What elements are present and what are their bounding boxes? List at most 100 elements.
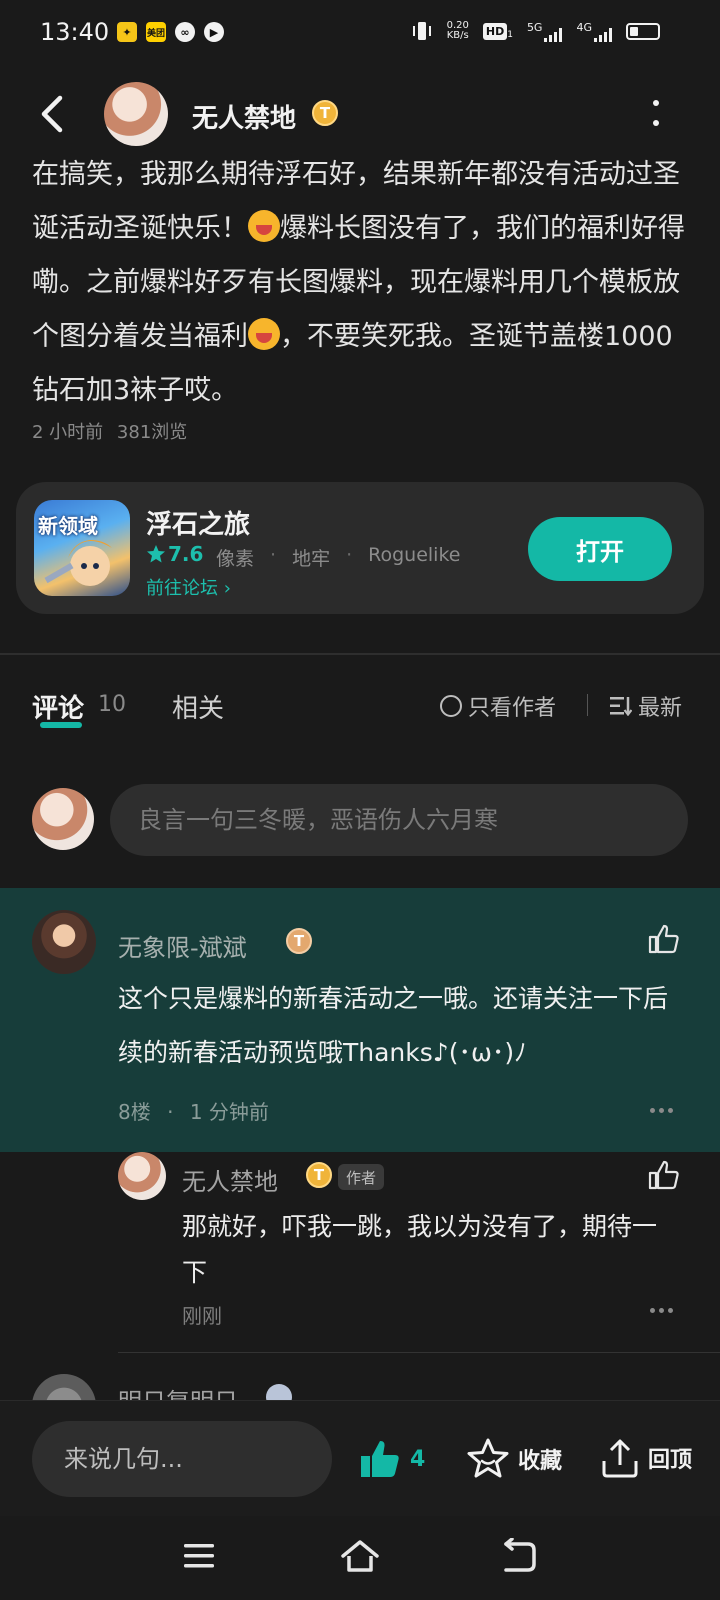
radio-icon bbox=[440, 695, 462, 717]
author-only-label: 只看作者 bbox=[468, 696, 557, 721]
hd-sub: 1 bbox=[507, 29, 513, 40]
signal-4g: 4G bbox=[576, 21, 612, 42]
replier-avatar[interactable] bbox=[118, 1152, 166, 1200]
thumbs-up-icon[interactable] bbox=[646, 922, 680, 956]
signal-bars-icon bbox=[594, 26, 612, 42]
back-to-top-button[interactable]: 回顶 bbox=[600, 1437, 692, 1479]
home-icon[interactable] bbox=[340, 1538, 380, 1574]
like-button[interactable]: 4 bbox=[358, 1437, 425, 1481]
net1-label: 5G bbox=[526, 20, 543, 34]
sort-icon bbox=[610, 697, 632, 716]
author-avatar[interactable] bbox=[104, 82, 168, 146]
vibrate-icon bbox=[412, 22, 431, 40]
game-rating-value: 7.6 bbox=[168, 542, 204, 566]
link-app-icon: ∞ bbox=[175, 22, 195, 42]
reply-time: 刚刚 bbox=[182, 1304, 222, 1328]
go-to-forum-label: 前往论坛 bbox=[146, 578, 218, 599]
back-to-top-label: 回顶 bbox=[648, 1448, 693, 1473]
thumbs-up-filled-icon bbox=[361, 1441, 399, 1477]
chevron-left-icon[interactable] bbox=[38, 94, 66, 134]
status-indicators: 0.20 KB/s HD 1 5G 4G bbox=[411, 20, 660, 42]
thumbs-up-icon[interactable] bbox=[646, 1158, 680, 1192]
reply-item[interactable]: 无人禁地 T 作者 那就好，吓我一跳，我以为没有了，期待一下 刚刚 bbox=[0, 1152, 720, 1353]
game-name[interactable]: 浮石之旅 bbox=[146, 504, 250, 541]
comment-item[interactable]: 明日复明日 bbox=[0, 1368, 720, 1400]
notification-app-icon: ✦ bbox=[117, 22, 137, 42]
battery-icon bbox=[626, 22, 660, 40]
tab-related[interactable]: 相关 bbox=[172, 688, 224, 725]
tab-separator bbox=[587, 694, 588, 716]
level-badge-icon: T bbox=[306, 1162, 332, 1188]
tag-separator: · bbox=[346, 544, 353, 566]
post-views: 381浏览 bbox=[116, 422, 188, 443]
comment-item[interactable]: 无象限-斌斌 T 这个只是爆料的新春活动之一哦。还请关注一下后续的新春活动预览哦… bbox=[0, 888, 720, 1152]
menu-icon[interactable] bbox=[180, 1538, 220, 1574]
comment-tabs: 评论 10 相关 只看作者 最新 bbox=[32, 688, 692, 728]
like-count: 4 bbox=[410, 1446, 426, 1472]
author-only-toggle[interactable]: 只看作者 bbox=[440, 690, 556, 722]
commenter-avatar[interactable] bbox=[32, 1374, 96, 1400]
game-tag: 地牢 bbox=[292, 548, 331, 570]
more-vertical-icon[interactable] bbox=[652, 100, 660, 126]
signal-bars-icon bbox=[544, 26, 563, 42]
level-badge-icon: T bbox=[286, 928, 312, 954]
status-time: 13:40 bbox=[40, 18, 110, 46]
comment-input[interactable] bbox=[110, 784, 688, 856]
commenter-name[interactable]: 无象限-斌斌 bbox=[118, 928, 247, 963]
hd-indicator: HD 1 bbox=[482, 22, 513, 40]
level-badge-icon bbox=[266, 1384, 292, 1400]
net-speed: 0.20 KB/s bbox=[447, 21, 469, 41]
system-nav-bar bbox=[0, 1516, 720, 1600]
laughing-emoji-icon bbox=[248, 210, 280, 242]
game-card[interactable]: 新领域 浮石之旅 7.6 像素 · 地牢 · Roguelike 前往论坛 › … bbox=[16, 482, 704, 614]
back-icon[interactable] bbox=[500, 1538, 540, 1574]
author-name[interactable]: 无人禁地 bbox=[192, 98, 296, 135]
post-header: 无人禁地 T bbox=[0, 78, 720, 150]
favorite-button[interactable]: 收藏 bbox=[466, 1437, 562, 1481]
laughing-emoji-icon bbox=[248, 318, 280, 350]
sort-label: 最新 bbox=[638, 696, 683, 721]
section-divider bbox=[0, 653, 720, 655]
game-rating: 7.6 bbox=[146, 542, 203, 566]
more-horizontal-icon[interactable] bbox=[650, 1108, 673, 1113]
tab-comments[interactable]: 评论 bbox=[32, 688, 84, 725]
more-horizontal-icon[interactable] bbox=[650, 1308, 673, 1313]
reply-divider bbox=[118, 1352, 720, 1353]
star-icon bbox=[147, 545, 165, 563]
meituan-icon: 美团 bbox=[146, 22, 166, 42]
chevron-right-icon: › bbox=[223, 578, 231, 599]
play-app-icon: ▶ bbox=[204, 22, 224, 42]
commenter-name[interactable]: 明日复明日 bbox=[118, 1382, 238, 1400]
comments-count: 10 bbox=[98, 692, 126, 717]
status-bar: 13:40 ✦ 美团 ∞ ▶ 0.20 KB/s HD 1 5G 4G bbox=[0, 0, 720, 66]
post-time: 2 小时前 bbox=[32, 422, 104, 443]
game-tags: 像素 · 地牢 · Roguelike bbox=[216, 544, 460, 571]
open-game-button[interactable]: 打开 bbox=[528, 517, 672, 581]
hd-label: HD bbox=[482, 22, 508, 40]
bottom-action-bar: 4 收藏 回顶 bbox=[0, 1400, 720, 1516]
upload-arrow-icon bbox=[602, 1439, 638, 1478]
favorite-label: 收藏 bbox=[518, 1449, 563, 1474]
say-something-input[interactable] bbox=[32, 1421, 332, 1497]
net-speed-unit: KB/s bbox=[446, 30, 469, 41]
meta-separator: · bbox=[167, 1100, 174, 1124]
my-avatar bbox=[32, 788, 94, 850]
game-tag: 像素 bbox=[216, 548, 255, 570]
author-tag: 作者 bbox=[338, 1164, 385, 1190]
game-tag: Roguelike bbox=[368, 544, 461, 566]
comment-time: 1 分钟前 bbox=[189, 1100, 269, 1124]
sort-newest-button[interactable]: 最新 bbox=[610, 690, 682, 722]
commenter-avatar[interactable] bbox=[32, 910, 96, 974]
go-to-forum-link[interactable]: 前往论坛 › bbox=[146, 574, 231, 600]
reply-text: 那就好，吓我一跳，我以为没有了，期待一下 bbox=[182, 1212, 658, 1287]
post-content: 在搞笑，我那么期待浮石好，结果新年都没有活动过圣诞活动圣诞快乐！ 爆料长图没有了，… bbox=[32, 148, 692, 418]
game-character-icon bbox=[44, 540, 112, 586]
star-outline-icon bbox=[467, 1438, 509, 1478]
status-app-icons: ✦ 美团 ∞ ▶ bbox=[117, 22, 224, 42]
net2-label: 4G bbox=[576, 20, 592, 34]
signal-5g: 5G bbox=[527, 21, 563, 42]
comment-text: 这个只是爆料的新春活动之一哦。还请关注一下后续的新春活动预览哦Thanks♪(･… bbox=[118, 984, 669, 1067]
tag-separator: · bbox=[270, 544, 277, 566]
game-icon[interactable]: 新领域 bbox=[34, 500, 130, 596]
replier-name[interactable]: 无人禁地 bbox=[182, 1162, 278, 1197]
